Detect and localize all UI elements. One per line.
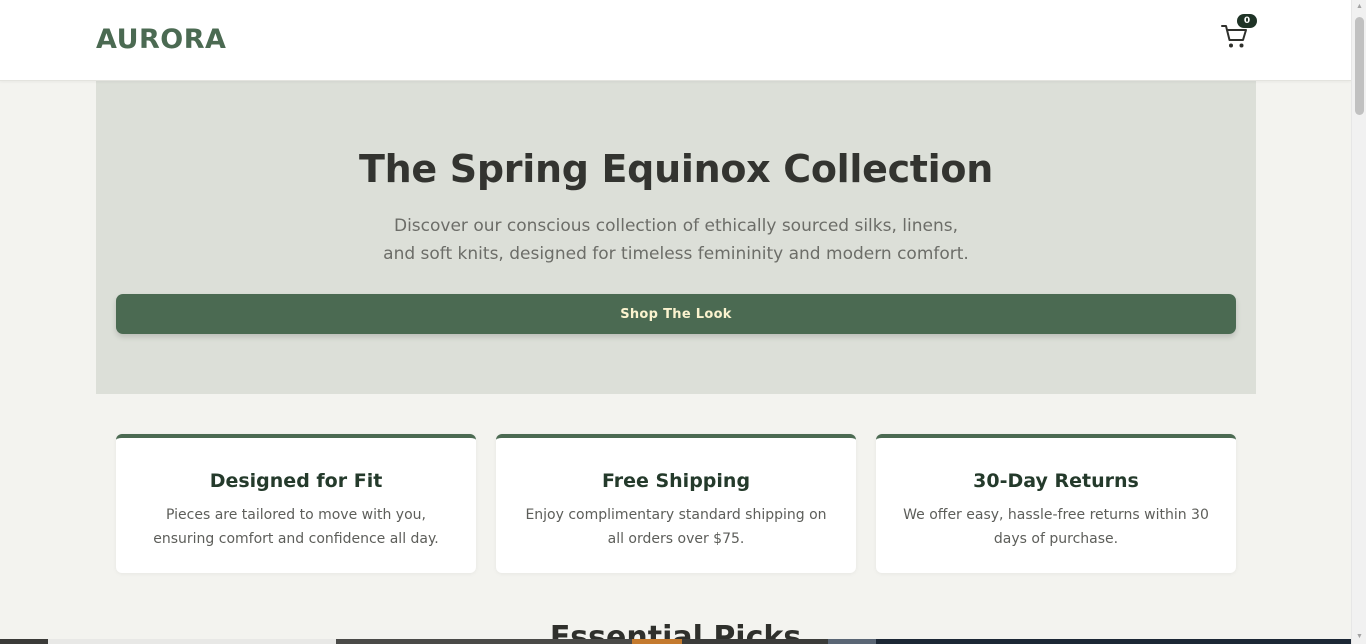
feature-title: Free Shipping [601, 470, 751, 492]
hero-description: Discover our conscious collection of eth… [383, 216, 969, 264]
product-image-strip [0, 639, 48, 644]
feature-title: 30-Day Returns [973, 470, 1139, 492]
feature-text: Enjoy complimentary standard shipping on… [525, 507, 827, 547]
product-image-strip [876, 639, 1351, 644]
page: AURORA 0 The Spring Equinox Collection D… [0, 0, 1351, 644]
feature-card-fit: Designed for Fit Pieces are tailored to … [116, 434, 476, 573]
product-image-strip [828, 639, 876, 644]
brand-logo[interactable]: AURORA [96, 24, 226, 55]
hero-banner: The Spring Equinox Collection Discover o… [96, 81, 1256, 394]
feature-card-shipping: Free Shipping Enjoy complimentary standa… [496, 434, 856, 573]
product-image-strip [48, 639, 336, 644]
shop-the-look-button[interactable]: Shop The Look [116, 294, 1236, 334]
product-image-strip [336, 639, 632, 644]
vertical-scrollbar[interactable]: ▲ ▼ [1351, 0, 1366, 644]
site-header: AURORA 0 [0, 0, 1351, 81]
scroll-down-icon[interactable]: ▼ [1355, 633, 1364, 641]
hero-title: The Spring Equinox Collection [359, 147, 993, 191]
feature-text: We offer easy, hassle-free returns withi… [903, 507, 1209, 547]
product-image-strip [632, 639, 682, 644]
scrollbar-thumb[interactable] [1355, 17, 1364, 115]
product-image-strip [682, 639, 828, 644]
feature-title: Designed for Fit [209, 470, 383, 492]
feature-card-returns: 30-Day Returns We offer easy, hassle-fre… [876, 434, 1236, 573]
scroll-up-icon[interactable]: ▲ [1355, 3, 1364, 11]
feature-text: Pieces are tailored to move with you, en… [153, 507, 439, 547]
cart-count-badge: 0 [1237, 14, 1257, 28]
